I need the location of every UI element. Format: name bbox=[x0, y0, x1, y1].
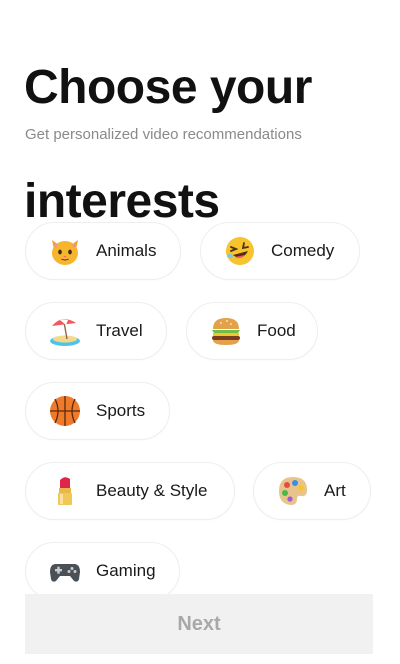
page-title-line-1: Choose your bbox=[24, 61, 312, 114]
page-subtitle: Get personalized video recommendations bbox=[25, 126, 302, 143]
lipstick-icon bbox=[48, 474, 82, 508]
next-button[interactable]: Next bbox=[25, 594, 373, 654]
interest-chip-art[interactable]: Art bbox=[253, 462, 371, 520]
interest-label: Food bbox=[257, 321, 296, 340]
cat-face-icon bbox=[48, 234, 82, 268]
interest-chip-beauty-style[interactable]: Beauty & Style bbox=[25, 462, 235, 520]
game-controller-icon bbox=[48, 554, 82, 588]
interest-chip-animals[interactable]: Animals bbox=[25, 222, 181, 280]
interest-label: Animals bbox=[96, 241, 157, 260]
beach-umbrella-icon bbox=[48, 314, 82, 348]
interest-chip-food[interactable]: Food bbox=[186, 302, 318, 360]
interest-chip-sports[interactable]: Sports bbox=[25, 382, 170, 440]
interest-label: Gaming bbox=[96, 561, 156, 580]
interest-label: Art bbox=[324, 481, 346, 500]
laughing-face-icon bbox=[223, 234, 257, 268]
interest-label: Sports bbox=[96, 401, 146, 420]
palette-icon bbox=[276, 474, 310, 508]
interest-label: Beauty & Style bbox=[96, 481, 208, 500]
interest-chip-gaming[interactable]: Gaming bbox=[25, 542, 180, 600]
hamburger-icon bbox=[209, 314, 243, 348]
interest-label: Comedy bbox=[271, 241, 335, 260]
interest-label: Travel bbox=[96, 321, 143, 340]
basketball-icon bbox=[48, 394, 82, 428]
interest-chip-travel[interactable]: Travel bbox=[25, 302, 167, 360]
interest-chip-comedy[interactable]: Comedy bbox=[200, 222, 360, 280]
